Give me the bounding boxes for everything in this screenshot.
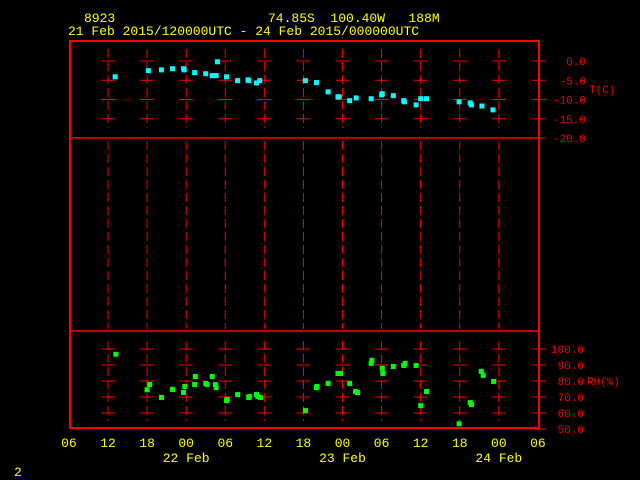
humidity-point <box>418 403 424 409</box>
humidity-point <box>390 363 396 369</box>
humidity-point <box>192 382 198 388</box>
y-tick-label-humidity: 90.0 <box>558 361 584 373</box>
temperature-point <box>169 66 175 72</box>
humidity-point <box>213 385 219 391</box>
x-date-label: 22 Feb <box>163 451 210 466</box>
x-tick-label: 00 <box>335 436 351 451</box>
humidity-point <box>338 370 344 376</box>
temperature-point <box>325 89 331 95</box>
temperature-point <box>224 74 230 80</box>
humidity-point <box>158 394 164 400</box>
temperature-point <box>424 96 430 102</box>
y-tick-label-humidity: 50.0 <box>558 425 584 437</box>
temperature-point <box>468 102 474 108</box>
y-tick-label-temperature: -10.0 <box>553 96 586 108</box>
temperature-point <box>413 102 419 108</box>
y-tick-label-temperature: -20.0 <box>553 134 586 146</box>
temperature-point <box>353 95 359 101</box>
x-tick-label: 06 <box>374 436 390 451</box>
x-date-label: 23 Feb <box>319 451 366 466</box>
humidity-point <box>354 390 360 396</box>
humidity-point <box>113 351 119 357</box>
temperature-point <box>479 103 485 109</box>
temperature-point <box>213 73 219 79</box>
temperature-point <box>235 78 241 84</box>
x-tick-label: 12 <box>257 436 273 451</box>
x-date-label: 24 Feb <box>475 451 522 466</box>
humidity-point <box>192 374 198 380</box>
temperature-point <box>246 78 252 84</box>
x-tick-label: 00 <box>491 436 507 451</box>
humidity-point <box>204 382 210 388</box>
temperature-point <box>379 91 385 97</box>
temperature-point <box>302 78 308 84</box>
x-tick-label: 06 <box>61 436 77 451</box>
x-tick-label: 06 <box>217 436 233 451</box>
temperature-point <box>313 80 319 86</box>
y-tick-label-temperature: -15.0 <box>553 115 586 127</box>
temperature-point <box>456 99 462 105</box>
y-tick-label-humidity: 70.0 <box>558 393 584 405</box>
humidity-point <box>182 383 188 389</box>
humidity-point <box>224 397 230 403</box>
temperature-point <box>368 96 374 102</box>
humidity-point <box>235 392 241 398</box>
humidity-point <box>380 370 386 376</box>
x-tick-label: 18 <box>296 436 312 451</box>
y-tick-label-temperature: -5.0 <box>560 76 586 88</box>
humidity-point <box>491 378 497 384</box>
humidity-point <box>424 389 430 395</box>
humidity-point <box>209 374 215 380</box>
temperature-point <box>158 67 164 73</box>
humidity-point <box>456 421 462 427</box>
y-tick-label-humidity: 60.0 <box>558 409 584 421</box>
y-tick-label-temperature: 0.0 <box>566 57 586 69</box>
temperature-point <box>203 71 209 77</box>
humidity-point <box>402 360 408 366</box>
humidity-point <box>325 380 331 386</box>
meteogram-chart: 0.0 -5.0 -10.0 -15.0 -20.0 T(C) 100.0 90.0 80.0 7… <box>61 40 620 466</box>
temperature-point <box>214 59 220 65</box>
humidity-point <box>347 380 353 386</box>
y-axis-label-temperature: T(C) <box>589 85 615 97</box>
temperature-point <box>347 98 353 104</box>
humidity-point <box>369 357 375 363</box>
humidity-point <box>314 383 320 389</box>
y-tick-label-humidity: 100.0 <box>551 345 584 357</box>
temperature-point <box>390 93 396 99</box>
temperature-point <box>192 70 198 76</box>
temperature-point <box>257 78 263 84</box>
temperature-point <box>181 67 187 73</box>
humidity-point <box>468 402 474 408</box>
x-tick-label: 18 <box>139 436 155 451</box>
temperature-point <box>490 107 496 113</box>
temperature-point <box>401 99 407 105</box>
x-tick-label: 12 <box>413 436 429 451</box>
x-tick-label: 06 <box>530 436 546 451</box>
y-tick-label-humidity: 80.0 <box>558 377 584 389</box>
temperature-point <box>145 68 151 74</box>
humidity-point <box>302 408 308 414</box>
humidity-point <box>246 394 252 400</box>
temperature-point <box>112 74 118 80</box>
humidity-point <box>181 390 187 396</box>
humidity-point <box>169 386 175 392</box>
humidity-point <box>257 394 263 400</box>
humidity-point <box>413 362 419 368</box>
humidity-point <box>147 382 153 388</box>
humidity-point <box>379 365 385 371</box>
x-tick-label: 18 <box>452 436 468 451</box>
humidity-point <box>480 372 486 378</box>
temperature-point <box>418 96 424 102</box>
humidity-point <box>144 387 150 393</box>
x-tick-label: 12 <box>100 436 116 451</box>
y-axis-label-humidity: RH(%) <box>587 377 620 389</box>
x-tick-label: 00 <box>178 436 194 451</box>
temperature-point <box>336 94 342 100</box>
